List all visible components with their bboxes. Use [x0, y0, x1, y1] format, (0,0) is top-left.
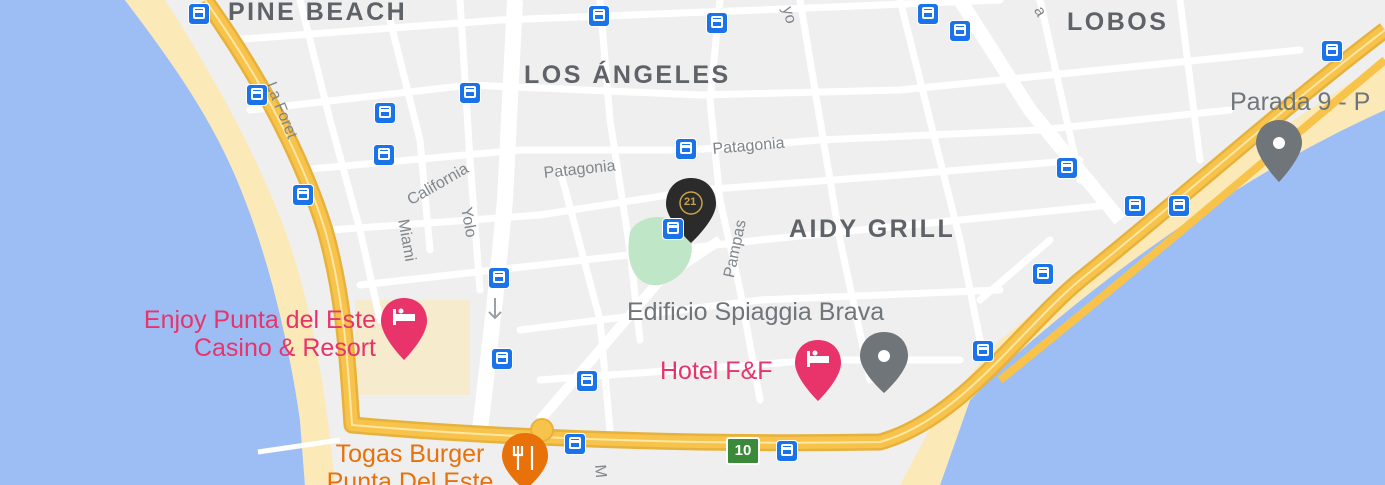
area-label-aidy-grill: AIDY GRILL [789, 215, 956, 243]
bus-stop-icon[interactable] [488, 267, 510, 289]
marker-label: 21 [684, 196, 697, 208]
bus-stop-icon[interactable] [1032, 263, 1054, 285]
place-label-hotel[interactable]: Hotel F&F [660, 357, 773, 385]
place-label-line: Enjoy Punta del Este [143, 306, 376, 334]
bus-stop-icon[interactable] [576, 370, 598, 392]
place-label-line: Casino & Resort [193, 334, 376, 362]
map-view[interactable]: 21 PINE BEACH LOBOS LOS ÁNGELES AIDY GRI… [0, 0, 1385, 485]
place-label-line: Togas Burger [335, 440, 485, 468]
place-label-edificio[interactable]: Edificio Spiaggia Brava [627, 300, 884, 325]
bus-stop-icon[interactable] [706, 12, 728, 34]
place-label-togas[interactable]: Togas Burger Punta Del Este [320, 440, 500, 485]
bus-stop-icon[interactable] [459, 82, 481, 104]
area-label-los-angeles: LOS ÁNGELES [524, 61, 731, 89]
place-label-parada[interactable]: Parada 9 - P [1230, 90, 1370, 115]
bus-stop-icon[interactable] [972, 340, 994, 362]
bus-stop-icon[interactable] [1168, 195, 1190, 217]
bus-stop-icon[interactable] [1056, 157, 1078, 179]
bus-stop-icon[interactable] [374, 102, 396, 124]
bus-stop-icon[interactable] [949, 20, 971, 42]
bus-stop-icon[interactable] [662, 218, 684, 240]
place-label-enjoy-casino[interactable]: Enjoy Punta del Este Casino & Resort [101, 306, 376, 362]
bus-stop-icon[interactable] [675, 138, 697, 160]
route-shield: 10 [726, 437, 760, 465]
bus-stop-icon[interactable] [776, 440, 798, 462]
bus-stop-icon[interactable] [917, 3, 939, 25]
bus-stop-icon[interactable] [292, 184, 314, 206]
place-label-line: Punta Del Este [326, 468, 494, 485]
bus-stop-icon[interactable] [1321, 40, 1343, 62]
area-label-lobos: LOBOS [1067, 8, 1169, 36]
bus-stop-icon[interactable] [564, 433, 586, 455]
area-label-pine-beach: PINE BEACH [228, 0, 408, 26]
bus-stop-icon[interactable] [491, 348, 513, 370]
bus-stop-icon[interactable] [188, 3, 210, 25]
bus-stop-icon[interactable] [588, 5, 610, 27]
street-label-edge: M [591, 463, 610, 479]
bus-stop-icon[interactable] [1124, 195, 1146, 217]
bus-stop-icon[interactable] [246, 84, 268, 106]
bus-stop-icon[interactable] [373, 144, 395, 166]
